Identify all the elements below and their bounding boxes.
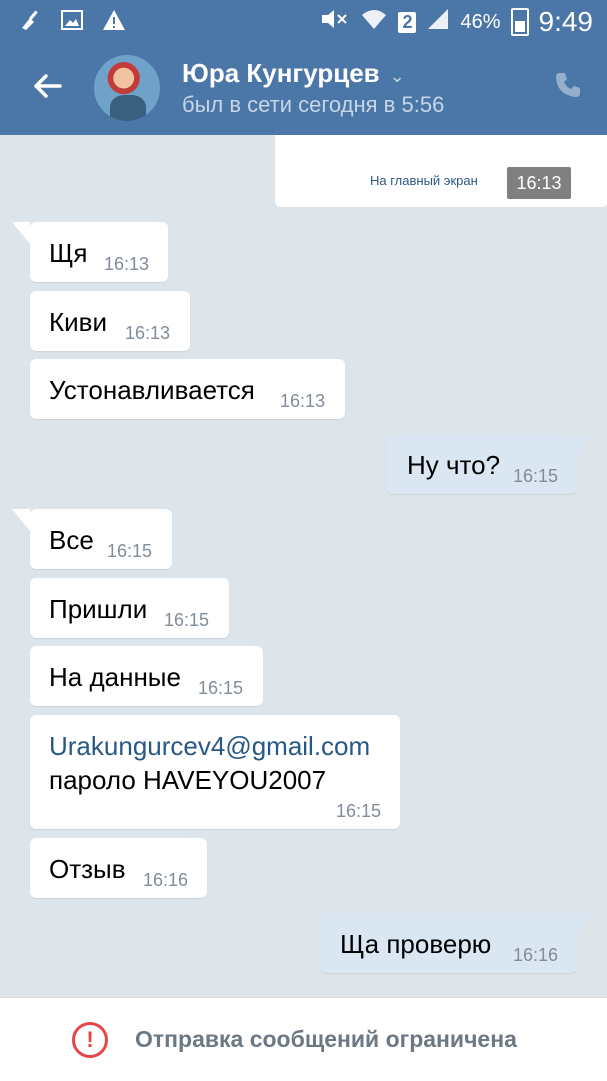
forwarded-attachment[interactable]: На главный экран 16:13 bbox=[275, 135, 607, 207]
chat-header: Юра Кунгурцев ⌄ был в сети сегодня в 5:56 bbox=[0, 40, 607, 135]
message-text: Щя bbox=[49, 238, 88, 268]
phone-icon[interactable] bbox=[553, 70, 583, 100]
message-time: 16:16 bbox=[513, 945, 559, 965]
message-text: Отзыв bbox=[49, 854, 126, 884]
wifi-icon bbox=[360, 7, 388, 37]
back-arrow-icon[interactable] bbox=[30, 68, 66, 104]
last-seen-status: был в сети сегодня в 5:56 bbox=[182, 92, 445, 117]
message-time: 16:13 bbox=[125, 323, 171, 343]
clock: 9:49 bbox=[538, 6, 594, 37]
message-text: Киви bbox=[49, 307, 108, 337]
contact-name[interactable]: Юра Кунгурцев ⌄ bbox=[182, 58, 405, 89]
message-text: пароло HAVEYOU2007 bbox=[49, 765, 327, 795]
image-icon bbox=[60, 8, 84, 32]
contact-name-text: Юра Кунгурцев bbox=[182, 58, 380, 88]
message-bubble[interactable]: Все 16:15 bbox=[12, 509, 172, 569]
mute-icon bbox=[320, 7, 350, 37]
warning-icon bbox=[102, 8, 126, 32]
message-text: Пришли bbox=[49, 594, 148, 624]
exclamation-circle-icon: ! bbox=[72, 1022, 108, 1058]
message-time: 16:15 bbox=[198, 678, 244, 698]
forwarded-label: На главный экран bbox=[370, 173, 478, 188]
message-time: 16:13 bbox=[280, 391, 326, 411]
status-bar: 2 46% 9:49 bbox=[0, 0, 607, 40]
message-bubble[interactable]: Отзыв 16:16 bbox=[30, 838, 207, 898]
message-bubble[interactable]: На данные 16:15 bbox=[30, 646, 263, 706]
message-bubble[interactable]: Щя 16:13 bbox=[12, 222, 168, 282]
message-text: Ща проверю bbox=[340, 929, 492, 959]
message-text: Ну что? bbox=[407, 450, 501, 480]
message-bubble[interactable]: Киви 16:13 bbox=[30, 291, 190, 351]
signal-icon bbox=[426, 7, 450, 37]
forwarded-time-badge: 16:13 bbox=[507, 167, 571, 199]
email-link[interactable]: Urakungurcev4@gmail.com bbox=[49, 731, 370, 762]
restricted-footer: ! Отправка сообщений ограничена bbox=[0, 997, 607, 1081]
sim-badge: 2 bbox=[398, 11, 417, 33]
restriction-notice: Отправка сообщений ограничена bbox=[135, 1026, 517, 1052]
message-time: 16:13 bbox=[104, 254, 150, 274]
battery-percent: 46% bbox=[460, 10, 501, 33]
message-text: Все bbox=[49, 525, 94, 555]
message-time: 16:16 bbox=[143, 870, 189, 890]
outgoing-message-bubble[interactable]: Ну что? 16:15 bbox=[387, 434, 595, 494]
avatar[interactable] bbox=[94, 55, 160, 121]
message-text: Устонавливается bbox=[49, 375, 255, 405]
battery-icon bbox=[510, 8, 529, 36]
message-time: 16:15 bbox=[336, 801, 382, 821]
message-bubble[interactable]: Urakungurcev4@gmail.com пароло HAVEYOU20… bbox=[30, 715, 400, 829]
outgoing-message-bubble[interactable]: Ща проверю 16:16 bbox=[320, 913, 595, 973]
message-bubble[interactable]: Устонавливается 16:13 bbox=[30, 359, 345, 419]
message-time: 16:15 bbox=[513, 466, 559, 486]
cleaner-icon bbox=[18, 8, 42, 32]
chevron-down-icon: ⌄ bbox=[389, 66, 405, 86]
message-time: 16:15 bbox=[164, 610, 210, 630]
message-text: На данные bbox=[49, 662, 181, 692]
message-time: 16:15 bbox=[107, 541, 153, 561]
message-bubble[interactable]: Пришли 16:15 bbox=[30, 578, 229, 638]
message-list[interactable]: На главный экран 16:13 Щя 16:13 Киви 16:… bbox=[0, 135, 607, 997]
